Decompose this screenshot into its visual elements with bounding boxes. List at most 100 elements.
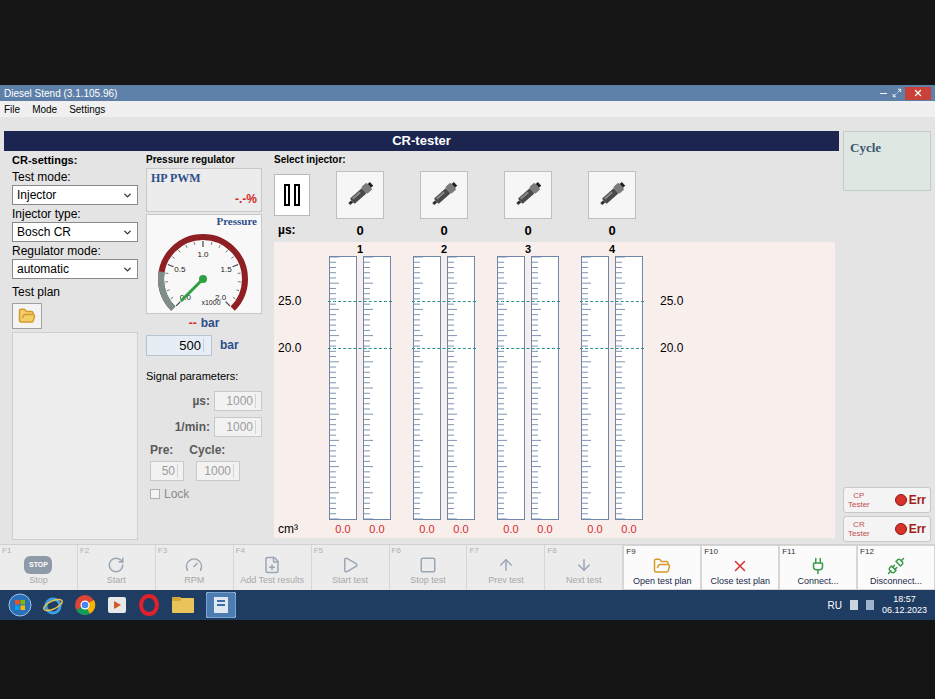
injector-number: 2 (402, 242, 486, 256)
toolbar-button[interactable]: F2Start (78, 545, 156, 590)
toolbar-button[interactable]: F9Open test plan (623, 545, 701, 590)
flow-chart: 123425.020.025.020.0cm³0.00.00.00.00.00.… (274, 242, 835, 538)
window-title: Diesel Stend (3.1.105.96) (4, 86, 117, 101)
close-button[interactable] (905, 87, 931, 100)
chrome-icon[interactable] (74, 594, 96, 616)
toolbar-button[interactable]: F12Disconnect... (857, 545, 935, 590)
injector-panel: Select injector:µs:0000123425.020.025.02… (266, 151, 839, 545)
toolbar-button[interactable]: F7 Prev test (467, 545, 545, 590)
opera-icon[interactable] (138, 594, 160, 616)
gauge-box: Pressure0.00.51.01.52.0x1000 (146, 214, 262, 314)
media-player-icon[interactable] (106, 594, 128, 616)
toolbar-button[interactable]: F11Connect... (779, 545, 857, 590)
cycle-label: Cycle: (189, 441, 225, 459)
scale-line (496, 301, 560, 302)
folder-icon[interactable] (170, 594, 196, 616)
measuring-tube (363, 256, 391, 520)
clock[interactable]: 18:5706.12.2023 (882, 594, 927, 616)
scale-label: 20.0 (278, 339, 301, 357)
us-label: µs: (274, 221, 318, 239)
signal-row: 1/min:1000 (146, 417, 262, 437)
tray-flag-icon[interactable] (850, 600, 858, 610)
tube-scale-icon (448, 257, 458, 519)
function-key: F8 (547, 546, 620, 555)
spinner (203, 338, 209, 352)
dropdown[interactable]: Bosch CR (12, 222, 138, 242)
pause-button[interactable] (274, 174, 310, 216)
tray-volume-icon[interactable] (866, 600, 874, 610)
tube-scale-icon (616, 257, 626, 519)
field-value: 1000 (226, 392, 253, 410)
tester-status: Err (909, 491, 926, 509)
tube-group (402, 256, 486, 520)
close-icon (731, 557, 749, 575)
dropdown[interactable]: automatic (12, 259, 138, 279)
toolbar-button[interactable]: F5Start test (312, 545, 390, 590)
toolbar-button[interactable]: F3RPM (156, 545, 234, 590)
setpoint-value: 500 (179, 336, 201, 356)
injector-button[interactable] (420, 171, 468, 219)
open-plan-button[interactable] (12, 303, 42, 329)
close-icon (913, 88, 923, 98)
error-led-icon (895, 494, 907, 506)
toolbar-button[interactable]: F10Close test plan (701, 545, 779, 590)
injector-icon (511, 178, 545, 212)
regulator-title: Pressure regulator (146, 152, 262, 167)
tester-status-button[interactable]: CPTesterErr (843, 487, 931, 513)
signal-row: µs:1000 (146, 391, 262, 411)
tube-value: 0.0 (447, 521, 475, 538)
measuring-tube (581, 256, 609, 520)
function-key: F7 (469, 546, 542, 555)
maximize-icon[interactable] (892, 88, 902, 98)
injector-icon (343, 178, 377, 212)
injector-button[interactable] (588, 171, 636, 219)
plug-icon (809, 557, 827, 575)
injector-icon (595, 178, 629, 212)
menu-item[interactable]: Settings (69, 102, 105, 117)
tube-scale-icon (582, 257, 592, 519)
toolbar-button[interactable]: F1STOPStop (0, 545, 78, 590)
tube-scale-icon (330, 257, 340, 519)
toolbar-label: Stop (2, 575, 75, 586)
injector-us: 0 (570, 221, 654, 241)
injector-button[interactable] (336, 171, 384, 219)
screen-photo: Diesel Stend (3.1.105.96)File Mode Setting… (0, 0, 935, 699)
toolbar-button[interactable]: F4Add Test results (234, 545, 312, 590)
toolbar-button[interactable]: F8 Next test (545, 545, 623, 590)
chevron-down-icon (122, 264, 133, 275)
settings-field: Injector type:Bosch CR (12, 207, 138, 242)
refresh-icon (107, 556, 125, 574)
toolbar-label: Next test (547, 575, 620, 586)
pressure-reading: -- (189, 314, 197, 332)
pre-label: Pre: (150, 441, 173, 459)
language-indicator[interactable]: RU (828, 598, 842, 613)
start-orb-icon[interactable] (8, 593, 32, 617)
top-bezel (0, 0, 935, 85)
measuring-tube (413, 256, 441, 520)
injector-button[interactable] (504, 171, 552, 219)
pause-bar (294, 184, 300, 206)
toolbar-label: Start (80, 575, 153, 586)
menu-item[interactable]: File (4, 102, 20, 117)
injector-us: 0 (318, 221, 402, 241)
cycle-panel: Cycle (843, 131, 931, 191)
tube-value: 0.0 (363, 521, 391, 538)
diesel-stend-app-icon[interactable] (206, 592, 236, 618)
spinner (177, 464, 183, 478)
toolbar-label: Prev test (469, 575, 542, 586)
dropdown[interactable]: Injector (12, 185, 138, 205)
scale-line (412, 348, 476, 349)
tube-value: 0.0 (581, 521, 609, 538)
chevron-down-icon (122, 190, 133, 201)
toolbar-button[interactable]: F6Stop test (390, 545, 468, 590)
tester-status-button[interactable]: CRTesterErr (843, 516, 931, 542)
regulator-reading: -.-% (235, 190, 257, 208)
gauge-icon (185, 556, 203, 574)
internet-explorer-icon[interactable] (42, 594, 64, 616)
menu-item[interactable]: Mode (32, 102, 57, 117)
tester-name: CR (853, 520, 865, 529)
settings-title: CR-settings: (12, 152, 138, 169)
pressure-setpoint-field[interactable]: 500 (146, 335, 212, 357)
unplug-icon (887, 557, 905, 575)
minimize-icon[interactable] (878, 88, 889, 99)
